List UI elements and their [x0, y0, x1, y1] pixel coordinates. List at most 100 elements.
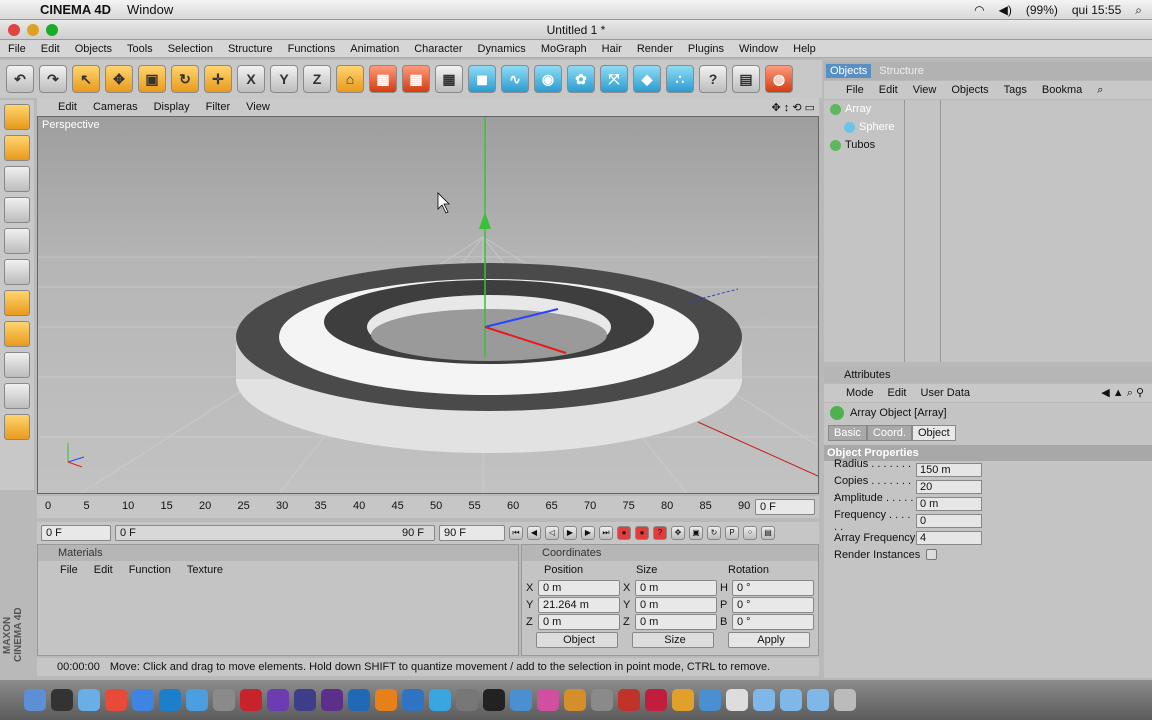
use-texture-tool[interactable] — [4, 166, 30, 192]
chrome-dock-icon[interactable] — [105, 689, 127, 711]
illustrator-dock-icon[interactable] — [375, 689, 397, 711]
timeline-menu-button[interactable]: ▤ — [761, 526, 775, 540]
menu-structure[interactable]: Structure — [228, 43, 273, 55]
menu-hair[interactable]: Hair — [602, 43, 622, 55]
appstore-dock-icon[interactable] — [159, 689, 181, 711]
blender-dock-icon[interactable] — [672, 689, 694, 711]
rotate-tool[interactable]: ↻ — [171, 65, 199, 93]
nurbs-button[interactable]: ◉ — [534, 65, 562, 93]
autokey-button[interactable]: ● — [635, 526, 649, 540]
clock-label[interactable]: qui 15:55 — [1072, 3, 1121, 17]
size-field[interactable]: 0 m — [635, 596, 717, 613]
keyframe-selection-button[interactable]: ? — [653, 526, 667, 540]
enable-snapping-tool[interactable] — [4, 352, 30, 378]
utility-dock-icon[interactable] — [456, 689, 478, 711]
cinema4d-dock-icon[interactable] — [402, 689, 424, 711]
render-instances-checkbox[interactable] — [926, 549, 938, 560]
rot-field[interactable]: 0 ° — [732, 596, 814, 613]
scale-tool[interactable]: ▣ — [138, 65, 166, 93]
cube-object-button[interactable]: ◼ — [468, 65, 496, 93]
mograph-button[interactable]: ∴ — [666, 65, 694, 93]
param-key-button[interactable]: P — [725, 526, 739, 540]
viewport-nav-icons[interactable]: ✥ ↕ ⟲ ▭ — [772, 101, 816, 114]
photobooth-dock-icon[interactable] — [240, 689, 262, 711]
objects-menu-tags[interactable]: Tags — [1004, 84, 1027, 96]
edges-tool[interactable] — [4, 259, 30, 285]
wifi-icon[interactable]: ◠ — [974, 3, 984, 17]
attributes-menu-edit[interactable]: Edit — [888, 387, 907, 399]
search-icon[interactable]: ⌕ — [1097, 84, 1103, 97]
pos-field[interactable]: 0 m — [538, 579, 620, 596]
render-view-button[interactable]: ▦ — [369, 65, 397, 93]
skype-dock-icon[interactable] — [429, 689, 451, 711]
objects-menu-bookmarks[interactable]: Bookma — [1042, 84, 1082, 96]
volume-icon[interactable]: ◀) — [999, 3, 1012, 17]
play-backwards-button[interactable]: ◁ — [545, 526, 559, 540]
use-model-tool[interactable] — [4, 104, 30, 130]
x-axis-lock-button[interactable]: X — [237, 65, 265, 93]
timeline[interactable]: 0 5 10 15 20 25 30 35 40 45 50 55 60 65 70 75 80 85 90 0 F — [37, 496, 819, 518]
dashboard-dock-icon[interactable] — [51, 689, 73, 711]
mac-window-menu[interactable]: Window — [127, 2, 173, 17]
folder-applications-dock-icon[interactable] — [753, 689, 775, 711]
render-queue-button[interactable]: ▤ — [732, 65, 760, 93]
attributes-menu-mode[interactable]: Mode — [846, 387, 874, 399]
menu-animation[interactable]: Animation — [350, 43, 399, 55]
materials-menu-edit[interactable]: Edit — [94, 564, 113, 576]
premiere-dock-icon[interactable] — [321, 689, 343, 711]
menu-objects[interactable]: Objects — [75, 43, 112, 55]
y-axis-lock-button[interactable]: Y — [270, 65, 298, 93]
next-key-button[interactable]: ▶ — [581, 526, 595, 540]
menu-character[interactable]: Character — [414, 43, 462, 55]
play-forwards-button[interactable]: ▶ — [563, 526, 577, 540]
preview-dock-icon[interactable] — [213, 689, 235, 711]
spline-button[interactable]: ∿ — [501, 65, 529, 93]
objects-menu-edit[interactable]: Edit — [879, 84, 898, 96]
coordinate-system-button[interactable]: ⌂ — [336, 65, 364, 93]
coordinate-mode-select[interactable]: Object — [536, 632, 618, 648]
live-selection-tool[interactable]: ↖ — [72, 65, 100, 93]
spotlight-icon[interactable]: ⌕ — [1135, 3, 1142, 18]
end-frame-field[interactable]: 90 F — [439, 525, 505, 541]
color-dock-icon[interactable] — [537, 689, 559, 711]
property-value-field[interactable]: 0 — [916, 513, 982, 528]
menu-edit[interactable]: Edit — [41, 43, 60, 55]
rot-field[interactable]: 0 ° — [732, 613, 814, 630]
position-key-button[interactable]: ✥ — [671, 526, 685, 540]
size-field[interactable]: 0 m — [635, 579, 717, 596]
viewport-menu-filter[interactable]: Filter — [206, 101, 230, 113]
render-picture-viewer-button[interactable]: ▦ — [402, 65, 430, 93]
current-frame-field[interactable]: 0 F — [755, 499, 815, 515]
viewport-menu-edit[interactable]: Edit — [58, 101, 77, 113]
points-tool[interactable] — [4, 228, 30, 254]
app-menu-name[interactable]: CINEMA 4D — [40, 2, 111, 17]
trash-dock-icon[interactable] — [834, 689, 856, 711]
apply-button[interactable]: Apply — [728, 632, 810, 648]
property-value-field[interactable]: 150 m — [916, 462, 982, 477]
close-window-button[interactable] — [8, 24, 20, 36]
rotation-key-button[interactable]: ↻ — [707, 526, 721, 540]
workplane-tool[interactable] — [4, 383, 30, 409]
objects-menu-view[interactable]: View — [913, 84, 937, 96]
viewport-menu-view[interactable]: View — [246, 101, 270, 113]
object-tree-item[interactable]: Tubos — [824, 136, 1152, 154]
render-settings-button[interactable]: ▦ — [435, 65, 463, 93]
array-button[interactable]: ✿ — [567, 65, 595, 93]
menu-file[interactable]: File — [8, 43, 26, 55]
deformer-button[interactable]: ⤧ — [600, 65, 628, 93]
menu-window[interactable]: Window — [739, 43, 778, 55]
go-to-end-button[interactable]: ⏭ — [599, 526, 613, 540]
filezilla-dock-icon[interactable] — [618, 689, 640, 711]
recent-tool[interactable]: ✛ — [204, 65, 232, 93]
property-value-field[interactable]: 0 m — [916, 496, 982, 511]
object-manager-list[interactable]: Array Sphere Tubos — [824, 100, 1152, 362]
menu-mograph[interactable]: MoGraph — [541, 43, 587, 55]
m-app-dock-icon[interactable] — [645, 689, 667, 711]
go-to-start-button[interactable]: ⏮ — [509, 526, 523, 540]
help-button[interactable]: ? — [699, 65, 727, 93]
finder-dock-icon[interactable] — [24, 689, 46, 711]
move-tool[interactable]: ✥ — [105, 65, 133, 93]
menu-dynamics[interactable]: Dynamics — [478, 43, 526, 55]
photoshop-dock-icon[interactable] — [348, 689, 370, 711]
tab-objects[interactable]: Objects — [826, 64, 872, 78]
